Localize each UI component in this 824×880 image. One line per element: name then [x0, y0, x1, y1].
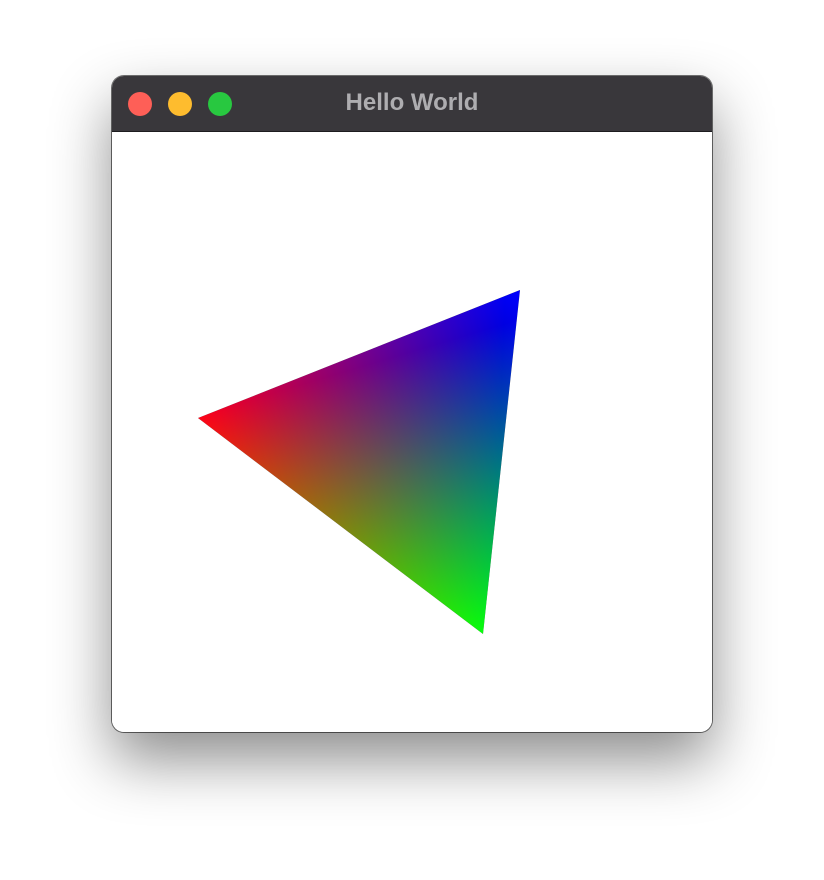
app-window: Hello World	[112, 76, 712, 732]
rgb-triangle	[198, 290, 520, 634]
triangle-green-layer	[198, 290, 520, 634]
title-bar[interactable]: Hello World	[112, 76, 712, 132]
render-canvas	[112, 132, 712, 732]
window-title: Hello World	[345, 89, 479, 116]
triangle-svg	[198, 290, 520, 634]
